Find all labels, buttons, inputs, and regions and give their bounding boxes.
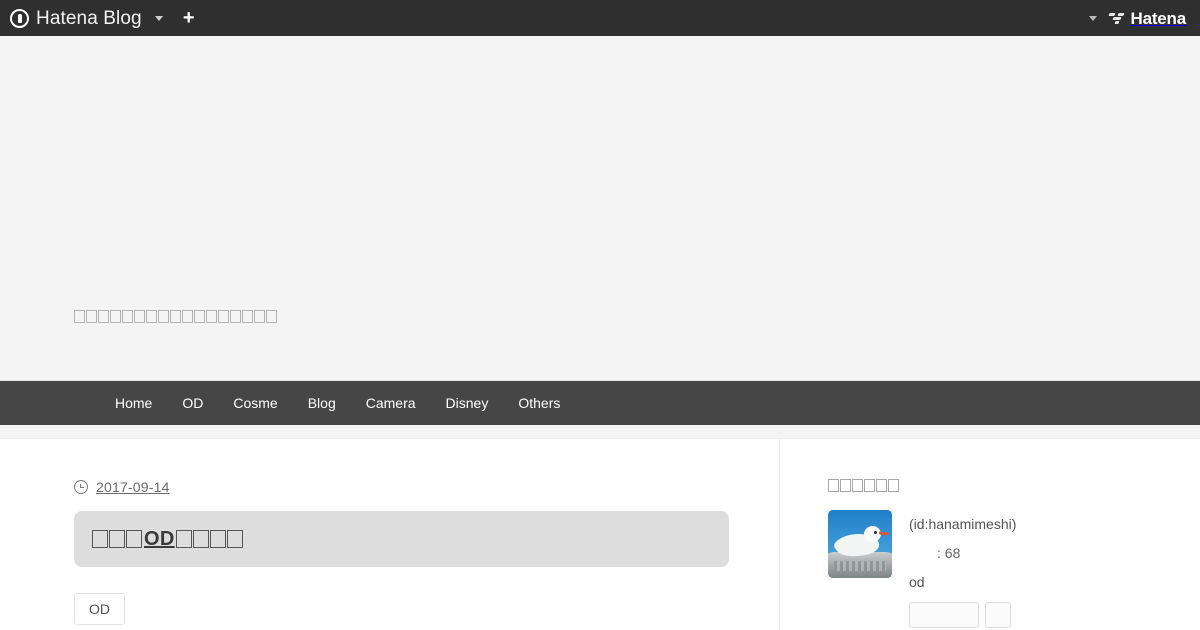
blog-title-link[interactable] <box>74 309 278 324</box>
missing-glyph-box <box>840 479 851 492</box>
global-header-right: Hatena <box>1080 0 1189 36</box>
missing-glyph-box <box>98 310 109 323</box>
entry-tag-list: OD <box>74 593 729 625</box>
missing-glyph-box <box>218 310 229 323</box>
missing-glyph-box <box>74 310 85 323</box>
nav-item-home[interactable]: Home <box>100 381 167 425</box>
missing-glyph-box <box>194 310 205 323</box>
nav-bottom-spacer <box>0 425 1200 439</box>
missing-glyph-box <box>175 530 192 548</box>
main-content: 2017-09-14 OD OD <box>0 439 779 630</box>
missing-glyph-box <box>206 310 217 323</box>
missing-glyph-box <box>192 530 209 548</box>
blog-header-inner <box>0 36 1200 380</box>
entry: 2017-09-14 OD OD <box>74 479 729 625</box>
profile-description: od <box>909 573 925 590</box>
entry-title-text: OD <box>144 528 175 550</box>
nav-item-blog[interactable]: Blog <box>293 381 351 425</box>
missing-glyph-box <box>170 310 181 323</box>
missing-glyph-box <box>828 479 839 492</box>
missing-glyph-box <box>226 530 243 548</box>
chevron-down-icon <box>1088 15 1097 21</box>
entry-title-link[interactable]: OD <box>92 529 244 549</box>
hatena-blog-brand-link[interactable]: Hatena Blog <box>10 7 146 29</box>
missing-glyph-box <box>126 530 142 548</box>
missing-glyph-box <box>864 479 875 492</box>
missing-glyph-box <box>230 310 241 323</box>
nav-item-others[interactable]: Others <box>503 381 575 425</box>
missing-glyph-box <box>876 479 887 492</box>
missing-glyph-box <box>158 310 169 323</box>
blog-header <box>0 36 1200 381</box>
new-entry-button[interactable]: + <box>172 0 206 36</box>
missing-glyph-box <box>242 310 253 323</box>
missing-glyph-box <box>109 530 125 548</box>
missing-glyph-box <box>266 310 277 323</box>
missing-glyph-box <box>254 310 265 323</box>
missing-glyph-box <box>146 310 157 323</box>
missing-glyph-box <box>110 310 121 323</box>
profile-meta: (id:hanamimeshi) : 68 od <box>909 510 1017 629</box>
nav-item-camera[interactable]: Camera <box>351 381 431 425</box>
blog-navigation: Home OD Cosme Blog Camera Disney Others <box>0 381 1200 425</box>
profile-more-button[interactable] <box>985 602 1011 629</box>
missing-glyph-box <box>209 530 226 548</box>
profile-subscriber-count: : 68 <box>937 544 961 561</box>
clock-icon <box>74 480 88 494</box>
chevron-down-icon <box>154 15 163 21</box>
missing-glyph-box <box>888 479 899 492</box>
brand-dropdown-button[interactable] <box>146 0 172 36</box>
avatar[interactable] <box>828 510 892 578</box>
missing-glyph-box <box>134 310 145 323</box>
hatena-home-link[interactable]: Hatena <box>1107 8 1189 28</box>
sidebar-profile-heading <box>828 479 1160 492</box>
missing-glyph-box <box>182 310 193 323</box>
nav-item-disney[interactable]: Disney <box>431 381 504 425</box>
blog-title-wrap <box>74 308 278 326</box>
missing-glyph-box <box>122 310 133 323</box>
hatena-blog-brand-label: Hatena Blog <box>36 7 142 29</box>
profile-module: (id:hanamimeshi) : 68 od <box>828 510 1160 629</box>
entry-date-link[interactable]: 2017-09-14 <box>96 479 170 495</box>
profile-buttons <box>909 602 1016 629</box>
global-header-left: Hatena Blog + <box>10 0 206 36</box>
entry-title-box: OD <box>74 511 729 567</box>
hatena-label: Hatena <box>1130 8 1187 28</box>
missing-glyph-box <box>852 479 863 492</box>
nav-item-od[interactable]: OD <box>167 381 218 425</box>
missing-glyph-box <box>92 530 108 548</box>
hatena-blog-logo-icon <box>10 8 29 28</box>
global-header: Hatena Blog + Hatena <box>0 0 1200 36</box>
sidebar: (id:hanamimeshi) : 68 od <box>779 439 1200 630</box>
account-dropdown-button[interactable] <box>1080 0 1106 36</box>
page-body: 2017-09-14 OD OD (id:hanamimeshi) : 68 o… <box>0 439 1200 630</box>
subscribe-button[interactable] <box>909 602 979 629</box>
nav-item-cosme[interactable]: Cosme <box>218 381 292 425</box>
hatena-logo-icon <box>1107 11 1126 25</box>
entry-tag-od[interactable]: OD <box>74 593 125 625</box>
entry-date: 2017-09-14 <box>74 479 729 495</box>
missing-glyph-box <box>86 310 97 323</box>
profile-id: (id:hanamimeshi) <box>909 516 1017 532</box>
